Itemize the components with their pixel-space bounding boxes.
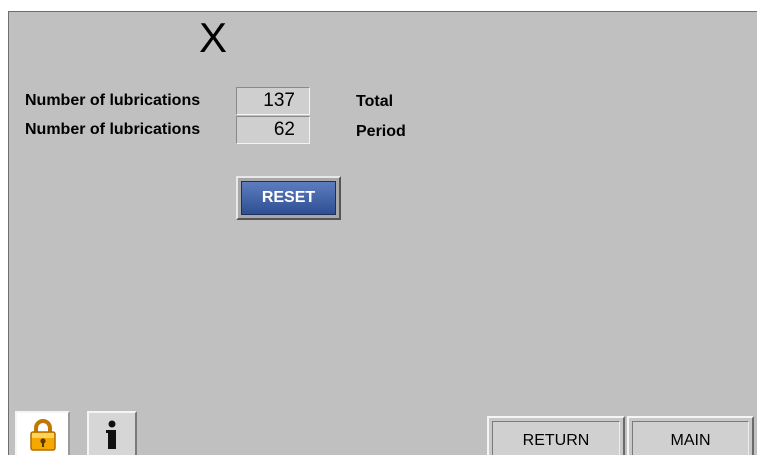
hmi-screen: X Number of lubrications 137 Total Numbe… [0, 0, 757, 455]
lubrications-total-label: Number of lubrications [25, 92, 201, 109]
main-button[interactable]: MAIN [627, 416, 754, 455]
frame-left-edge [0, 0, 8, 455]
lubrications-period-label: Number of lubrications [25, 121, 201, 138]
lubrications-total-value: 137 [236, 87, 310, 115]
frame-border-left [8, 11, 9, 455]
info-icon [106, 420, 116, 449]
info-button[interactable] [87, 411, 137, 455]
lubrications-period-unit: Period [356, 123, 406, 140]
lubrications-period-value: 62 [236, 116, 310, 144]
reset-button[interactable]: RESET [236, 176, 341, 220]
lock-icon [29, 419, 56, 451]
lock-button[interactable] [15, 411, 70, 455]
return-button-label: RETURN [492, 421, 620, 455]
page-title: X [198, 14, 227, 61]
lubrications-total-unit: Total [356, 93, 394, 110]
main-button-label: MAIN [632, 421, 749, 455]
return-button[interactable]: RETURN [487, 416, 625, 455]
frame-border-top [8, 11, 757, 12]
reset-button-label: RESET [241, 181, 336, 215]
